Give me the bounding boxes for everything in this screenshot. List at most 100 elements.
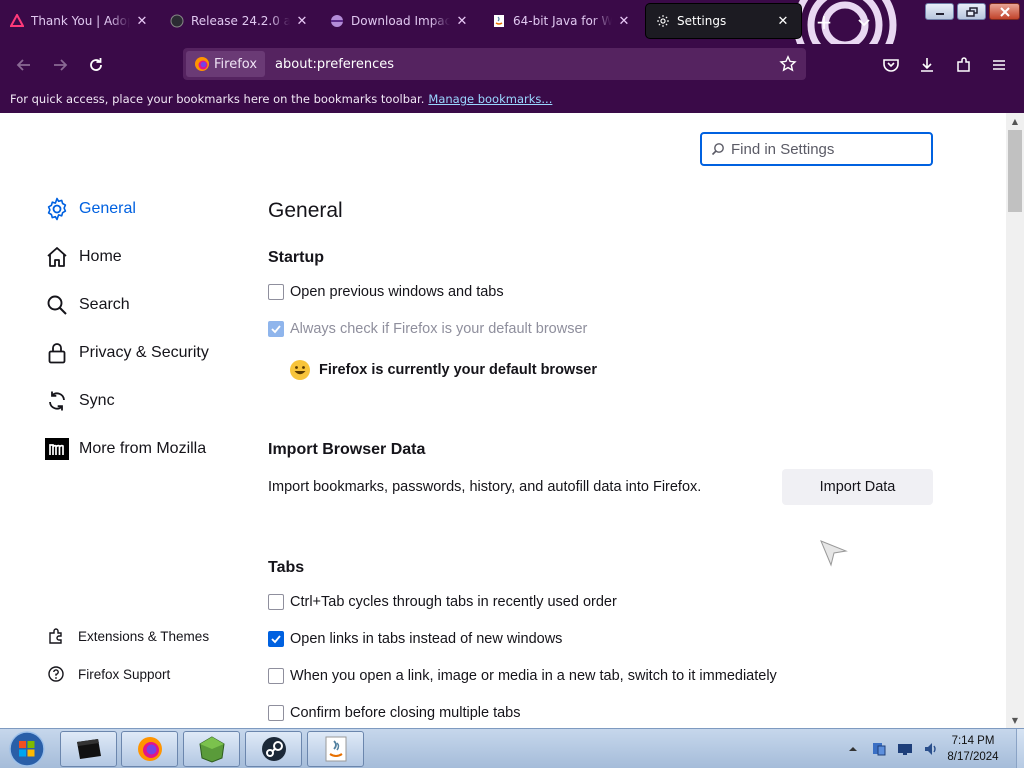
sidebar-item-label: Home xyxy=(79,248,122,265)
bookmark-star-button[interactable] xyxy=(776,52,800,76)
scroll-down-arrow-icon[interactable]: ▼ xyxy=(1006,712,1024,728)
bookmarks-toolbar: For quick access, place your bookmarks h… xyxy=(0,85,1024,113)
taskbar-minecraft-app[interactable] xyxy=(183,731,240,767)
show-desktop-button[interactable] xyxy=(1016,729,1024,768)
tray-network-icon[interactable] xyxy=(870,740,888,758)
taskbar-terminal-app[interactable] xyxy=(60,731,117,767)
open-previous-windows-checkbox[interactable]: Open previous windows and tabs xyxy=(268,282,504,302)
sidebar-link-extensions-themes[interactable]: Extensions & Themes xyxy=(47,625,209,647)
checkbox[interactable] xyxy=(268,705,284,721)
ctrl-tab-checkbox[interactable]: Ctrl+Tab cycles through tabs in recently… xyxy=(268,592,617,612)
sidebar-link-firefox-support[interactable]: Firefox Support xyxy=(47,663,170,685)
restore-icon xyxy=(965,6,978,17)
confirm-close-tabs-checkbox[interactable]: Confirm before closing multiple tabs xyxy=(268,703,521,723)
sidebar-item-sync[interactable]: Sync xyxy=(45,386,115,416)
page-title: General xyxy=(268,199,343,222)
checkbox[interactable] xyxy=(268,284,284,300)
url-bar[interactable]: Firefox about:preferences xyxy=(183,48,806,80)
tab-title: Download Impact xyxy=(351,14,450,28)
tab-release[interactable]: Release 24.2.0 and 24.1.6 ✕ xyxy=(160,4,320,38)
minecraft-icon xyxy=(198,736,225,763)
open-links-in-tabs-checkbox[interactable]: Open links in tabs instead of new window… xyxy=(268,629,562,649)
star-icon xyxy=(779,55,797,72)
downloads-button[interactable] xyxy=(914,52,940,78)
forward-button[interactable] xyxy=(47,52,73,78)
tabs-section-title: Tabs xyxy=(268,559,305,576)
close-icon[interactable]: ✕ xyxy=(294,13,310,29)
restore-button[interactable] xyxy=(957,3,986,20)
tab-java[interactable]: 64-bit Java for Windows ✕ xyxy=(482,4,642,38)
gear-icon xyxy=(45,197,69,221)
startup-section-title: Startup xyxy=(268,249,324,266)
close-icon[interactable]: ✕ xyxy=(616,13,632,29)
show-hidden-icons-button[interactable] xyxy=(844,740,862,758)
close-icon[interactable]: ✕ xyxy=(134,13,150,29)
java-icon xyxy=(325,736,346,762)
scroll-up-arrow-icon[interactable]: ▲ xyxy=(1006,113,1024,129)
settings-search-input[interactable] xyxy=(731,140,921,158)
help-icon xyxy=(47,665,65,683)
sidebar-item-search[interactable]: Search xyxy=(45,290,130,320)
scrollbar-thumb[interactable] xyxy=(1008,130,1022,212)
tab-settings[interactable]: Settings ✕ xyxy=(646,4,801,38)
lock-icon xyxy=(45,341,69,365)
sync-icon xyxy=(45,389,69,413)
sidebar-item-label: Search xyxy=(79,296,130,313)
checkbox[interactable] xyxy=(268,594,284,610)
github-icon xyxy=(170,14,184,28)
vertical-scrollbar[interactable]: ▲ ▼ xyxy=(1006,113,1024,728)
import-data-button[interactable]: Import Data xyxy=(782,469,933,505)
checkbox[interactable] xyxy=(268,631,284,647)
search-icon xyxy=(711,143,724,156)
manage-bookmarks-link[interactable]: Manage bookmarks... xyxy=(428,92,552,106)
taskbar: 7:14 PM 8/17/2024 xyxy=(0,728,1024,768)
taskbar-java-app[interactable] xyxy=(307,731,364,767)
sidebar-item-privacy[interactable]: Privacy & Security xyxy=(45,338,209,368)
tab-title: Release 24.2.0 and 24.1.6 xyxy=(191,14,290,28)
sidebar-item-label: Privacy & Security xyxy=(79,344,209,361)
app-menu-button[interactable] xyxy=(986,52,1012,78)
start-button[interactable] xyxy=(4,730,50,768)
sidebar-item-label: General xyxy=(79,200,136,217)
checkbox-label: Ctrl+Tab cycles through tabs in recently… xyxy=(290,594,617,610)
tab-impact[interactable]: Download Impact ✕ xyxy=(320,4,480,38)
default-browser-status: Firefox is currently your default browse… xyxy=(289,359,597,381)
taskbar-steam-app[interactable] xyxy=(245,731,302,767)
tray-monitor-icon[interactable] xyxy=(896,740,914,758)
list-all-tabs-button[interactable] xyxy=(852,10,876,34)
tab-adoptium[interactable]: Thank You | Adoptium ✕ xyxy=(0,4,160,38)
checkbox-label: Always check if Firefox is your default … xyxy=(290,321,588,337)
sidebar-item-more-from-mozilla[interactable]: More from Mozilla xyxy=(45,434,206,464)
back-button[interactable] xyxy=(11,52,37,78)
identity-box[interactable]: Firefox xyxy=(186,51,266,77)
minimize-button[interactable] xyxy=(925,3,954,20)
tab-title: Settings xyxy=(677,14,727,28)
system-clock[interactable]: 7:14 PM 8/17/2024 xyxy=(930,733,1016,765)
close-window-button[interactable] xyxy=(989,3,1020,20)
sidebar-item-home[interactable]: Home xyxy=(45,242,122,272)
firefox-logo-icon xyxy=(195,57,209,71)
close-icon[interactable]: ✕ xyxy=(454,13,470,29)
java-icon xyxy=(492,14,506,28)
new-tab-button[interactable]: + xyxy=(812,10,836,34)
import-section-title: Import Browser Data xyxy=(268,441,426,458)
puzzle-icon xyxy=(47,627,65,645)
chevron-up-icon xyxy=(849,747,857,751)
url-input[interactable]: about:preferences xyxy=(275,57,776,72)
default-browser-text: Firefox is currently your default browse… xyxy=(319,362,597,378)
close-icon[interactable]: ✕ xyxy=(775,13,791,29)
terminal-icon xyxy=(76,739,101,759)
checkbox xyxy=(268,321,284,337)
settings-search-box[interactable] xyxy=(700,132,933,166)
checkbox[interactable] xyxy=(268,668,284,684)
sidebar-item-general[interactable]: General xyxy=(45,194,136,224)
adoptium-icon xyxy=(10,14,24,28)
sidebar-link-label: Firefox Support xyxy=(78,666,171,682)
switch-to-new-tab-checkbox[interactable]: When you open a link, image or media in … xyxy=(268,666,777,686)
taskbar-firefox-app[interactable] xyxy=(121,731,178,767)
reload-button[interactable] xyxy=(83,52,109,78)
tab-strip: Thank You | Adoptium ✕ Release 24.2.0 an… xyxy=(0,0,1024,44)
pocket-icon xyxy=(883,59,899,72)
extensions-button[interactable] xyxy=(951,52,977,78)
pocket-button[interactable] xyxy=(878,52,904,78)
